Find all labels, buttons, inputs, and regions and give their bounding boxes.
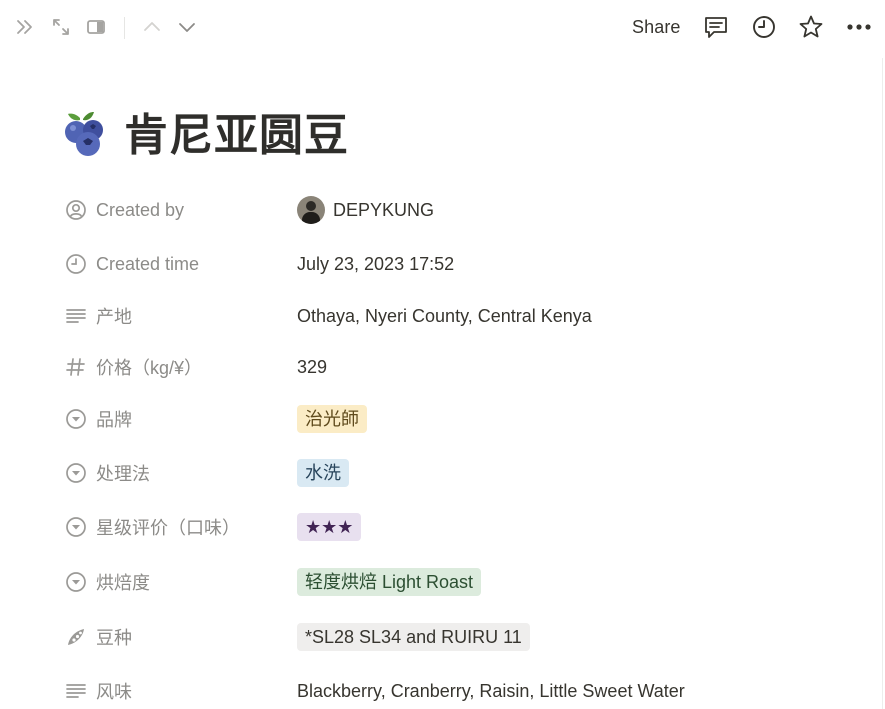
toolbar-divider: [124, 17, 125, 39]
text-lines-icon: [65, 680, 87, 702]
property-value[interactable]: ★★★: [297, 507, 362, 547]
property-created-by: Created by DEPYKUNG: [62, 190, 862, 230]
property-label[interactable]: 星级评价（口味）: [62, 507, 292, 547]
hash-icon: [65, 356, 87, 378]
select-icon: [65, 462, 87, 484]
property-label[interactable]: 烘焙度: [62, 562, 292, 602]
clock-icon: [65, 253, 87, 275]
property-price: 价格（kg/¥） 329: [62, 347, 862, 387]
person-circle-icon: [65, 199, 87, 221]
clock-icon[interactable]: [751, 14, 777, 40]
property-roast: 烘焙度 轻度烘焙 Light Roast: [62, 562, 862, 602]
property-value[interactable]: 治光師: [297, 399, 367, 439]
property-label[interactable]: 风味: [62, 671, 292, 709]
property-process: 处理法 水洗: [62, 453, 862, 493]
chevron-down-icon[interactable]: [174, 14, 200, 40]
avatar: [297, 196, 325, 224]
text-lines-icon: [65, 305, 87, 327]
property-label-text: 星级评价（口味）: [96, 518, 240, 538]
property-rating: 星级评价（口味） ★★★: [62, 507, 862, 547]
property-label-text: 处理法: [96, 464, 150, 484]
select-tag: ★★★: [297, 513, 362, 541]
multi-select-tag: *SL28 SL34 and RUIRU 11: [297, 623, 530, 651]
more-dots-icon[interactable]: [846, 14, 872, 40]
property-label[interactable]: 处理法: [62, 453, 292, 493]
comment-icon[interactable]: [703, 14, 729, 40]
panel-edge: [882, 58, 883, 709]
user-name: DEPYKUNG: [333, 199, 435, 220]
chevron-up-icon[interactable]: [139, 14, 165, 40]
expand-arrows-icon[interactable]: [48, 14, 74, 40]
property-label[interactable]: Created by: [62, 190, 292, 230]
property-label[interactable]: Created time: [62, 244, 292, 284]
property-created-time: Created time July 23, 2023 17:52: [62, 244, 862, 284]
property-brand: 品牌 治光師: [62, 399, 862, 439]
property-label-text: 产地: [96, 307, 132, 327]
property-label-text: 品牌: [96, 410, 132, 430]
property-value[interactable]: July 23, 2023 17:52: [297, 244, 454, 284]
double-chevron-right-icon[interactable]: [12, 14, 38, 40]
property-origin: 产地 Othaya, Nyeri County, Central Kenya: [62, 296, 862, 336]
property-label-text: Created by: [96, 199, 185, 220]
property-label-text: 风味: [96, 682, 132, 702]
property-value[interactable]: DEPYKUNG: [297, 190, 434, 230]
page-title[interactable]: 肯尼亚圆豆: [124, 108, 349, 164]
share-button[interactable]: Share: [632, 17, 681, 38]
select-icon: [65, 408, 87, 430]
select-tag: 治光師: [297, 405, 367, 433]
star-icon[interactable]: [798, 14, 824, 40]
select-icon: [65, 571, 87, 593]
property-flavor: 风味 Blackberry, Cranberry, Raisin, Little…: [62, 671, 862, 709]
property-label[interactable]: 价格（kg/¥）: [62, 347, 292, 387]
top-bar: Share: [0, 0, 885, 56]
property-value[interactable]: 水洗: [297, 453, 349, 493]
property-value[interactable]: 轻度烘焙 Light Roast: [297, 562, 482, 602]
property-label-text: 豆种: [96, 628, 132, 648]
property-label-text: 烘焙度: [96, 573, 150, 593]
select-tag: 水洗: [297, 459, 349, 487]
property-label-text: 价格（kg/¥）: [96, 358, 203, 378]
property-label[interactable]: 品牌: [62, 399, 292, 439]
select-icon: [65, 516, 87, 538]
property-variety: 豆种 *SL28 SL34 and RUIRU 11: [62, 617, 862, 657]
property-label[interactable]: 产地: [62, 296, 292, 336]
property-label[interactable]: 豆种: [62, 617, 292, 657]
blueberry-icon[interactable]: [62, 108, 112, 158]
property-value[interactable]: 329: [297, 347, 327, 387]
property-value[interactable]: Othaya, Nyeri County, Central Kenya: [297, 296, 592, 336]
property-value[interactable]: Blackberry, Cranberry, Raisin, Little Sw…: [297, 671, 685, 709]
side-panel-icon[interactable]: [83, 14, 109, 40]
property-value[interactable]: *SL28 SL34 and RUIRU 11: [297, 617, 530, 657]
select-tag: 轻度烘焙 Light Roast: [297, 568, 482, 596]
property-label-text: Created time: [96, 253, 200, 274]
bean-pod-icon: [65, 626, 87, 648]
